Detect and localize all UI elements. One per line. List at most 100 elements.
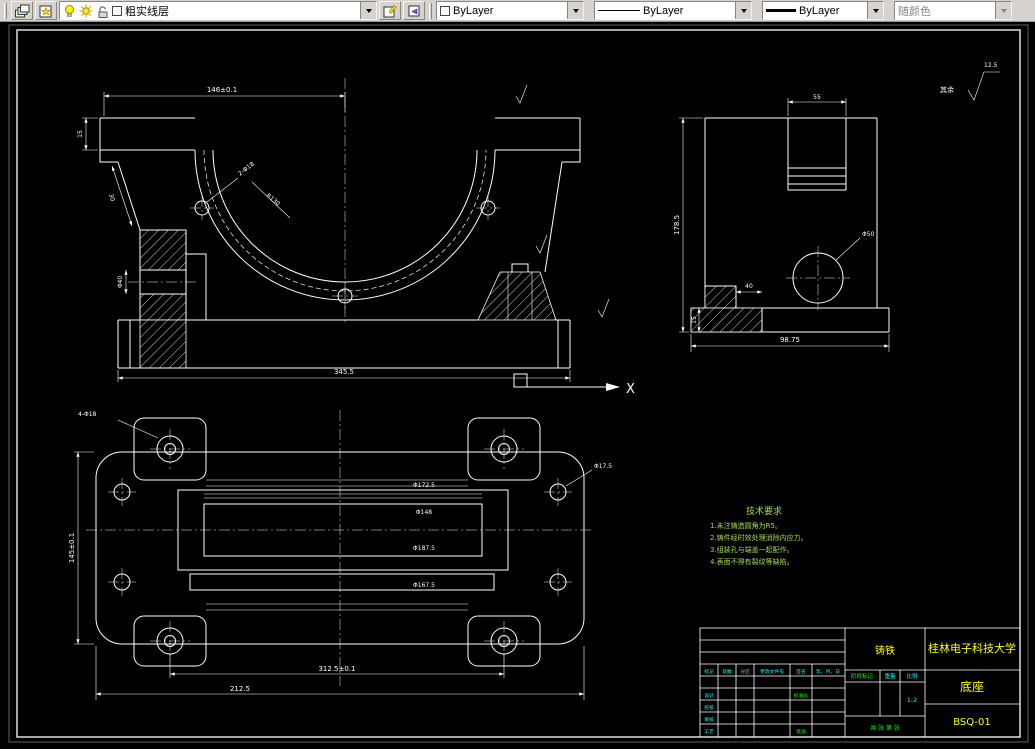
role-process: 工艺 [704,729,714,735]
plotstyle-combo[interactable]: 随颜色 [894,1,1012,20]
lineweight-sample [766,9,796,12]
drawing-svg: 其余 12.5 146±0.1 345.5 15 30 Φ40 2-Φ18 R1… [8,24,1029,743]
plotstyle-combo-dropdown-button[interactable] [995,2,1011,19]
plotstyle-combo-value: 随颜色 [898,5,931,18]
dim-text: Φ172.5 [413,482,435,489]
plan-view: 4-Φ18 145±0.1 Φ172.5 Φ148 Φ187.5 Φ167.5 … [68,410,612,700]
dim-text: Φ17.5 [594,463,612,470]
linetype-combo-value: ByLayer [643,4,684,17]
surface-finish-note: 其余 12.5 [940,62,1000,101]
role-design: 设计 [704,692,714,699]
linetype-sample [598,10,640,11]
color-combo-value: ByLayer [453,4,494,17]
dim-text: 15 [77,130,84,138]
ucs-x-label: X [626,382,635,397]
layers-stack-icon [15,4,30,17]
lineweight-combo-dropdown-button[interactable] [867,2,883,19]
layer-previous-icon [408,5,420,16]
title-block-material: 铸铁 [875,644,895,657]
dim-text: 145±0.1 [68,533,76,563]
dim-text: Φ50 [862,231,875,238]
layer-combo-dropdown-button[interactable] [360,2,376,19]
tech-notes-title: 技术要求 [746,505,782,517]
surface-finish-label: 其余 [940,85,954,94]
dim-text: 40 [745,283,753,290]
toolbar: 粗实线层 ByLayer ByLayer ByLayer 随颜色 [0,0,1035,22]
make-object-layer-current-button[interactable] [379,1,401,20]
chevron-down-icon [740,8,747,13]
title-block-university: 桂林电子科技大学 [928,641,1016,655]
chevron-down-icon [872,8,879,13]
dim-text: 2-Φ18 [237,161,256,178]
ucs-icon: X [513,373,635,397]
side-view: 178.5 98.75 55 Φ50 40 15 [673,94,890,352]
chevron-down-icon [572,8,579,13]
layer-combo-value: 粗实线层 [125,5,169,18]
dim-text: 98.75 [780,336,800,344]
tech-note-line: 3.组装孔与端盖一起配作。 [710,545,794,554]
dim-text: 146±0.1 [207,86,237,94]
linetype-combo[interactable]: ByLayer [594,1,752,20]
tech-note-line: 2.铸件经时效处理消除内应力。 [710,533,808,542]
dim-text: 4-Φ18 [78,411,97,418]
dim-text: 15 [691,316,698,324]
dim-text: 30 [107,193,116,203]
header-sign: 签名 [796,668,806,675]
header-mark: 标记 [704,668,714,675]
dim-text: 55 [813,94,821,101]
layer-unlock-icon [98,5,108,18]
color-combo[interactable]: ByLayer [436,1,584,20]
header-date: 年、月、日 [816,668,840,675]
dim-text: 212.5 [230,685,250,693]
header-count: 处数 [722,668,732,675]
dim-text: R130 [265,192,282,208]
dim-text: Φ187.5 [413,545,435,552]
dim-text: 312.5±0.1 [318,665,355,673]
dim-text: Φ40 [117,276,124,289]
layer-previous-button[interactable] [403,1,425,20]
layer-thaw-sun-icon [79,4,93,17]
stage-label: 阶段标记 [851,672,874,680]
toolbar-grip[interactable] [4,2,7,19]
color-combo-dropdown-button[interactable] [567,2,583,19]
header-change-file: 更改文件号 [760,668,784,675]
toolbar-grip[interactable] [429,2,432,19]
scale-value: 1:2 [907,696,917,704]
roughness-value: 12.5 [984,62,998,69]
scale-label: 比例 [906,672,918,680]
weight-label: 重量 [884,672,896,680]
sheet-pencil-icon [383,4,397,17]
title-block-drawing-number: BSQ-01 [953,717,991,728]
tech-note-line: 1.未注铸造圆角为R5。 [710,521,782,530]
roughness-symbol-icon [967,71,1000,101]
tech-note-line: 4.表面不得有裂纹等缺陷。 [710,557,794,566]
dim-text: Φ148 [416,509,432,516]
title-block-part-name: 底座 [960,679,984,694]
dim-text: 178.5 [673,215,681,235]
layer-properties-manager-button[interactable] [11,1,33,20]
front-view: 146±0.1 345.5 15 30 Φ40 2-Φ18 R130 [77,78,610,382]
role-standard: 标准化 [794,692,809,699]
role-check: 校核 [704,704,714,711]
drawing-canvas[interactable]: 其余 12.5 146±0.1 345.5 15 30 Φ40 2-Φ18 R1… [0,22,1035,749]
lineweight-combo-value: ByLayer [799,4,840,17]
role-review: 审核 [704,716,714,723]
tech-notes: 技术要求 1.未注铸造圆角为R5。 2.铸件经时效处理消除内应力。 3.组装孔与… [710,505,808,566]
layer-sheet-star-icon [39,5,52,17]
chevron-down-icon [365,8,372,13]
header-zone: 分区 [740,668,750,675]
linetype-combo-dropdown-button[interactable] [735,2,751,19]
dim-text: Φ167.5 [413,582,435,589]
layer-combo[interactable]: 粗实线层 [59,1,377,20]
sheet-frame [8,24,1029,743]
current-color-swatch [440,5,450,16]
layer-color-swatch [112,5,122,16]
chevron-down-icon [1000,8,1007,13]
layer-on-bulb-icon [65,4,74,17]
layer-states-button[interactable] [35,1,57,20]
dim-text: 345.5 [334,368,354,376]
title-block: 桂林电子科技大学 底座 BSQ-01 铸铁 阶段标记 重量 比例 1:2 共 张… [699,627,1021,738]
lineweight-combo[interactable]: ByLayer [762,1,884,20]
sheet-note: 共 张 第 张 [870,724,900,732]
role-approve: 批准 [796,728,806,735]
